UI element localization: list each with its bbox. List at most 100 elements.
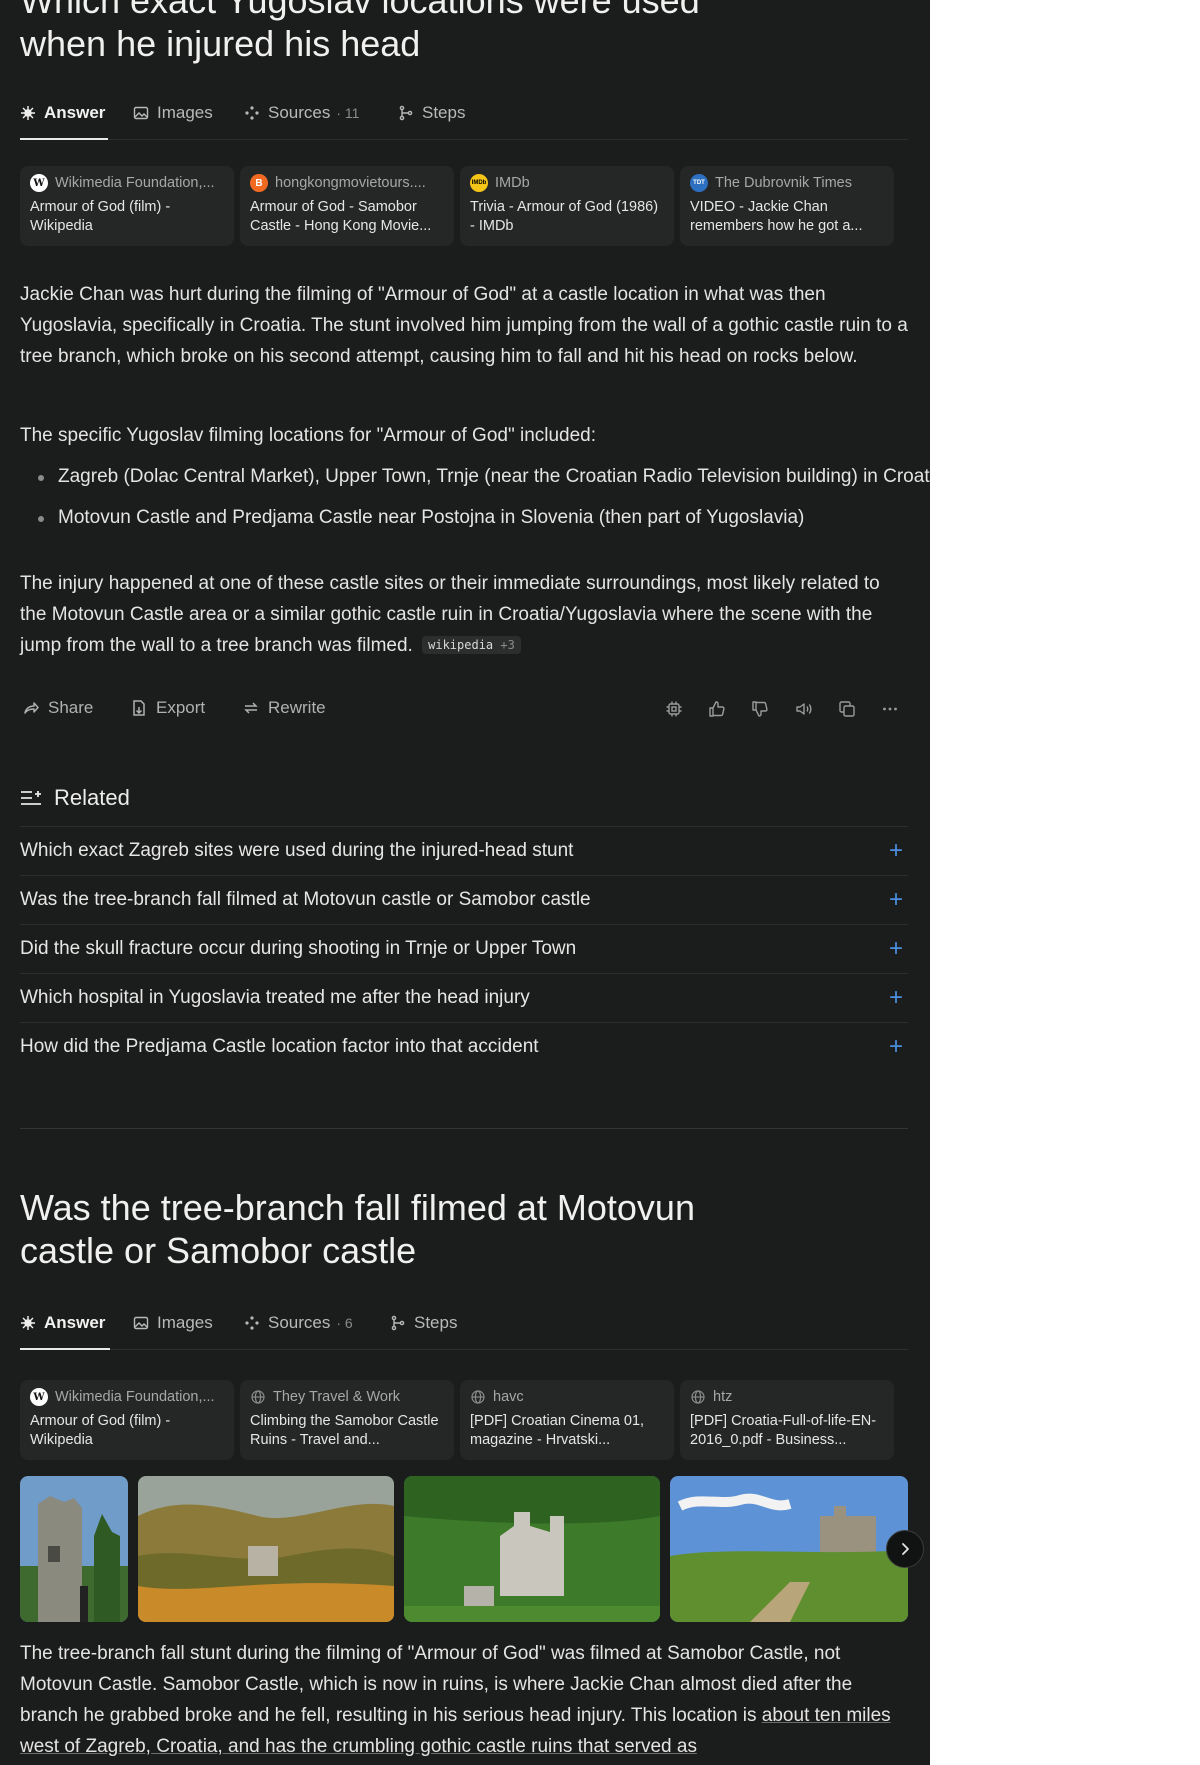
tab-label: Answer bbox=[44, 103, 106, 122]
answer-list: Zagreb (Dolac Central Market), Upper Tow… bbox=[20, 461, 930, 543]
related-item[interactable]: Which exact Zagreb sites were used durin… bbox=[20, 826, 908, 875]
source-site: They Travel & Work bbox=[273, 1389, 401, 1405]
sources-count: · 6 bbox=[336, 1315, 353, 1331]
source-title: Armour of God - Samobor Castle - Hong Ko… bbox=[250, 199, 432, 234]
imdb-favicon-icon: IMDb bbox=[470, 174, 488, 192]
source-title: Armour of God (film) - Wikipedia bbox=[30, 1413, 171, 1448]
source-card[interactable]: IMDb IMDb Trivia - Armour of God (1986) -… bbox=[460, 166, 674, 246]
list-item: Motovun Castle and Predjama Castle near … bbox=[38, 502, 930, 533]
thumbs-up-icon bbox=[709, 701, 725, 717]
castle-ruins-photo bbox=[404, 1476, 660, 1622]
related-text: Which hospital in Yugoslavia treated me … bbox=[20, 987, 530, 1008]
source-site: Wikimedia Foundation,... bbox=[55, 1389, 215, 1405]
thumbs-down-icon bbox=[752, 701, 768, 717]
chip-icon bbox=[666, 701, 682, 717]
source-card[interactable]: W Wikimedia Foundation,... Armour of God … bbox=[20, 1380, 234, 1460]
related-header: Related bbox=[20, 782, 130, 814]
castle-ruin-photo bbox=[20, 1476, 128, 1622]
castle-meadow-photo bbox=[670, 1476, 908, 1622]
more-button[interactable] bbox=[877, 696, 903, 722]
tab-answer[interactable]: Answer bbox=[20, 1299, 105, 1347]
tab-sources[interactable]: Sources · 6 bbox=[244, 1299, 353, 1347]
image-carousel bbox=[20, 1476, 908, 1622]
image-thumbnail[interactable] bbox=[670, 1476, 908, 1622]
globe-icon bbox=[251, 1390, 265, 1404]
image-thumbnail[interactable] bbox=[404, 1476, 660, 1622]
citation-label: wikipedia bbox=[428, 638, 494, 652]
share-button[interactable]: Share bbox=[22, 688, 93, 728]
tab-images[interactable]: Images bbox=[133, 89, 213, 137]
source-site: htz bbox=[713, 1389, 733, 1405]
answer-paragraph: The tree-branch fall stunt during the fi… bbox=[20, 1638, 908, 1762]
related-text: Was the tree-branch fall filmed at Motov… bbox=[20, 889, 591, 910]
answer-actions: Share Export Rewrite bbox=[20, 688, 908, 728]
title-line: Was the tree-branch fall filmed at Motov… bbox=[20, 1187, 695, 1228]
copy-button[interactable] bbox=[834, 696, 860, 722]
sources-icon bbox=[245, 1316, 259, 1330]
tab-label: Sources bbox=[268, 103, 331, 122]
tab-label: Steps bbox=[422, 103, 466, 122]
page-title: Was the tree-branch fall filmed at Motov… bbox=[20, 1186, 880, 1272]
tab-label: Images bbox=[157, 1313, 213, 1332]
tab-steps[interactable]: Steps bbox=[398, 89, 465, 137]
source-site: Wikimedia Foundation,... bbox=[55, 175, 215, 191]
page-title: Which exact Yugoslav locations were used… bbox=[20, 0, 880, 65]
source-card[interactable]: Bhongkongmovietours.... Armour of God - … bbox=[240, 166, 454, 246]
related-text: Did the skull fracture occur during shoo… bbox=[20, 938, 577, 959]
globe-icon bbox=[691, 1390, 705, 1404]
thread-divider bbox=[20, 1128, 908, 1129]
answer-paragraph: Jackie Chan was hurt during the filming … bbox=[20, 284, 908, 367]
source-card[interactable]: TDT The Dubrovnik Times VIDEO - Jackie Ch… bbox=[680, 166, 894, 246]
list-item: Zagreb (Dolac Central Market), Upper Tow… bbox=[38, 461, 930, 492]
model-button[interactable] bbox=[661, 696, 687, 722]
thumbs-down-button[interactable] bbox=[747, 696, 773, 722]
tab-label: Sources bbox=[268, 1313, 331, 1332]
copy-icon bbox=[839, 701, 855, 717]
tab-active-indicator bbox=[20, 1348, 110, 1350]
plus-icon: + bbox=[888, 984, 903, 1011]
answer-tabs: Answer Images Sources · 6 Steps bbox=[20, 1299, 908, 1350]
share-icon bbox=[24, 702, 39, 714]
answer-tabs: Answer Images Sources · 11 Steps bbox=[20, 89, 908, 140]
plus-icon: + bbox=[888, 886, 903, 913]
source-cards: W Wikimedia Foundation,... Armour of God … bbox=[20, 166, 908, 246]
rewrite-button[interactable]: Rewrite bbox=[242, 688, 326, 728]
tab-label: Answer bbox=[44, 1313, 106, 1332]
tab-images[interactable]: Images bbox=[133, 1299, 213, 1347]
related-item[interactable]: Did the skull fracture occur during shoo… bbox=[20, 924, 908, 973]
related-item[interactable]: How did the Predjama Castle location fac… bbox=[20, 1022, 908, 1071]
read-aloud-button[interactable] bbox=[791, 696, 817, 722]
image-thumbnail[interactable] bbox=[138, 1476, 394, 1622]
tab-sources[interactable]: Sources · 11 bbox=[244, 89, 359, 137]
answer-icon bbox=[21, 1316, 35, 1330]
source-card[interactable]: havc [PDF] Croatian Cinema 01, magazine … bbox=[460, 1380, 674, 1460]
source-card[interactable]: They Travel & Work Climbing the Samobor … bbox=[240, 1380, 454, 1460]
image-thumbnail[interactable] bbox=[20, 1476, 128, 1622]
related-item[interactable]: Was the tree-branch fall filmed at Motov… bbox=[20, 875, 908, 924]
image-icon bbox=[133, 106, 149, 120]
thumbs-up-button[interactable] bbox=[704, 696, 730, 722]
wikipedia-favicon-icon: W bbox=[30, 1388, 48, 1406]
carousel-next-button[interactable] bbox=[886, 1530, 924, 1568]
tab-steps[interactable]: Steps bbox=[390, 1299, 457, 1347]
source-title: VIDEO - Jackie Chan remembers how he got… bbox=[690, 199, 863, 234]
source-card[interactable]: W Wikimedia Foundation,... Armour of God … bbox=[20, 166, 234, 246]
sources-count: · 11 bbox=[336, 105, 360, 121]
steps-icon bbox=[399, 105, 413, 121]
related-title: Related bbox=[54, 785, 130, 810]
blogger-favicon-icon: B bbox=[250, 174, 268, 192]
tab-answer[interactable]: Answer bbox=[20, 89, 105, 137]
answer-paragraph: The injury happened at one of these cast… bbox=[20, 568, 908, 661]
rewrite-label: Rewrite bbox=[268, 698, 326, 717]
source-title: Trivia - Armour of God (1986) - IMDb bbox=[470, 199, 659, 234]
related-list: Which exact Zagreb sites were used durin… bbox=[20, 826, 908, 1071]
source-title: [PDF] Croatia-Full-of-life-EN-2016_0.pdf… bbox=[690, 1413, 877, 1448]
citation-badge[interactable]: wikipedia +3 bbox=[422, 636, 521, 654]
chevron-right-icon bbox=[902, 1543, 909, 1555]
castle-forest-photo bbox=[138, 1476, 394, 1622]
source-card[interactable]: htz [PDF] Croatia-Full-of-life-EN-2016_0… bbox=[680, 1380, 894, 1460]
related-item[interactable]: Which hospital in Yugoslavia treated me … bbox=[20, 973, 908, 1022]
plus-icon: + bbox=[888, 837, 903, 864]
title-line: Which exact Yugoslav locations were used bbox=[20, 0, 700, 21]
export-button[interactable]: Export bbox=[130, 688, 205, 728]
